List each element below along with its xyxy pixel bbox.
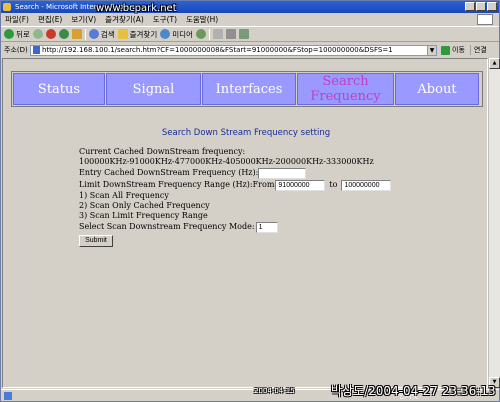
- mode-option-1: 1) Scan All Frequency: [79, 191, 169, 200]
- back-label: 뒤로: [16, 29, 30, 39]
- search-button[interactable]: 검색: [88, 29, 115, 40]
- scan-mode-input[interactable]: 1: [255, 221, 278, 233]
- refresh-button[interactable]: [58, 29, 69, 39]
- toolbar: 뒤로 검색 즐겨찾기 미디어: [1, 26, 499, 42]
- media-label: 미디어: [172, 29, 193, 39]
- nav-about[interactable]: About: [395, 73, 479, 105]
- scan-mode-label: Select Scan Downstream Frequency Mode:: [79, 222, 255, 231]
- title-bar: Search - Microsoft Internet Explorer: [1, 1, 499, 13]
- menu-edit[interactable]: 편집(E): [38, 14, 62, 25]
- watermark-site: www.bcpark.net: [96, 3, 177, 14]
- search-icon: [88, 29, 99, 39]
- edit-icon: [238, 29, 249, 39]
- entry-frequency-row: Entry Cached DownStream Frequency (Hz):: [79, 167, 391, 179]
- stop-icon: [45, 29, 56, 39]
- nav-search-frequency[interactable]: Search Frequency: [297, 73, 394, 105]
- menu-favorites[interactable]: 즐겨찾기(A): [105, 14, 144, 25]
- page-content: Status Signal Interfaces Search Frequenc…: [2, 58, 488, 388]
- media-icon: [160, 29, 171, 39]
- cached-frequency-values: 100000KHz-91000KHz-477000KHz-405000KHz-2…: [79, 157, 374, 166]
- home-button[interactable]: [71, 29, 82, 39]
- history-button[interactable]: [195, 29, 206, 39]
- browser-window: Search - Microsoft Internet Explorer 파일(…: [0, 0, 500, 402]
- refresh-icon: [58, 29, 69, 39]
- close-button[interactable]: [487, 2, 497, 11]
- search-frequency-form: Current Cached DownStream frequency: 100…: [79, 147, 392, 247]
- print-icon: [225, 29, 236, 39]
- forward-button[interactable]: [32, 29, 43, 39]
- home-icon: [71, 29, 82, 39]
- go-arrow-icon: [441, 45, 450, 55]
- address-input[interactable]: http://192.168.100.1/search.htm?CF=10000…: [30, 44, 428, 56]
- history-icon: [195, 29, 206, 39]
- forward-arrow-icon: [32, 29, 43, 39]
- entry-frequency-label: Entry Cached DownStream Frequency (Hz):: [79, 168, 259, 177]
- range-to-label: to: [329, 180, 338, 189]
- menu-bar: 파일(F) 편집(E) 보기(V) 즐겨찾기(A) 도구(T) 도움말(H): [1, 13, 499, 26]
- menu-file[interactable]: 파일(F): [5, 14, 29, 25]
- mode-option-2: 2) Scan Only Cached Frequency: [79, 201, 210, 210]
- media-button[interactable]: 미디어: [160, 29, 193, 40]
- mail-button[interactable]: [212, 29, 223, 39]
- minimize-button[interactable]: [465, 2, 475, 11]
- submit-button[interactable]: Submit: [79, 235, 113, 247]
- nav-interfaces[interactable]: Interfaces: [202, 73, 296, 105]
- watermark-date: 2004-04-15: [254, 387, 295, 395]
- favorites-label: 즐겨찾기: [129, 29, 158, 39]
- menu-view[interactable]: 보기(V): [71, 14, 96, 25]
- vertical-scrollbar[interactable]: ▲ ▼: [488, 58, 500, 388]
- watermark-author: 박상도/2004-04-27 23:36:13: [331, 384, 496, 398]
- links-button[interactable]: 연결: [469, 45, 487, 55]
- print-button[interactable]: [225, 29, 236, 39]
- address-label: 주소(D): [4, 46, 28, 54]
- favorites-icon: [117, 29, 128, 39]
- ie-icon: [3, 3, 11, 11]
- go-button[interactable]: 이동: [441, 45, 465, 55]
- frequency-range-row: Limit DownStream Frequency Range (Hz):Fr…: [79, 179, 392, 191]
- address-dropdown-button[interactable]: ▼: [428, 44, 437, 56]
- menu-tools[interactable]: 도구(T): [153, 14, 177, 25]
- menu-help[interactable]: 도움말(H): [186, 14, 218, 25]
- entry-frequency-input[interactable]: [258, 167, 307, 179]
- edit-button[interactable]: [238, 29, 249, 39]
- search-label: 검색: [100, 29, 115, 39]
- favorites-button[interactable]: 즐겨찾기: [117, 29, 158, 40]
- page-done-icon: [4, 392, 12, 400]
- back-arrow-icon: [4, 29, 14, 39]
- stop-button[interactable]: [45, 29, 56, 39]
- back-button[interactable]: 뒤로: [4, 29, 30, 40]
- address-url: http://192.168.100.1/search.htm?CF=10000…: [42, 46, 393, 54]
- nav-status[interactable]: Status: [13, 73, 105, 105]
- range-from-input[interactable]: 91000000: [275, 179, 326, 191]
- cached-frequency-label: Current Cached DownStream frequency:: [79, 147, 246, 156]
- address-bar: 주소(D) http://192.168.100.1/search.htm?CF…: [1, 43, 499, 57]
- scan-mode-row: Select Scan Downstream Frequency Mode: 1: [79, 221, 391, 233]
- maximize-button[interactable]: [476, 2, 486, 11]
- frequency-range-label: Limit DownStream Frequency Range (Hz):Fr…: [79, 180, 275, 189]
- mode-option-3: 3) Scan Limit Frequency Range: [79, 211, 208, 220]
- page-icon: [33, 46, 40, 54]
- nav-bar: Status Signal Interfaces Search Frequenc…: [11, 71, 483, 107]
- nav-signal[interactable]: Signal: [106, 73, 201, 105]
- windows-logo-icon: [477, 14, 493, 25]
- page-heading: Search Down Stream Frequency setting: [161, 128, 331, 138]
- range-to-input[interactable]: 100000000: [341, 179, 392, 191]
- scroll-up-icon[interactable]: ▲: [489, 58, 500, 69]
- go-label: 이동: [452, 46, 465, 54]
- mail-icon: [212, 29, 223, 39]
